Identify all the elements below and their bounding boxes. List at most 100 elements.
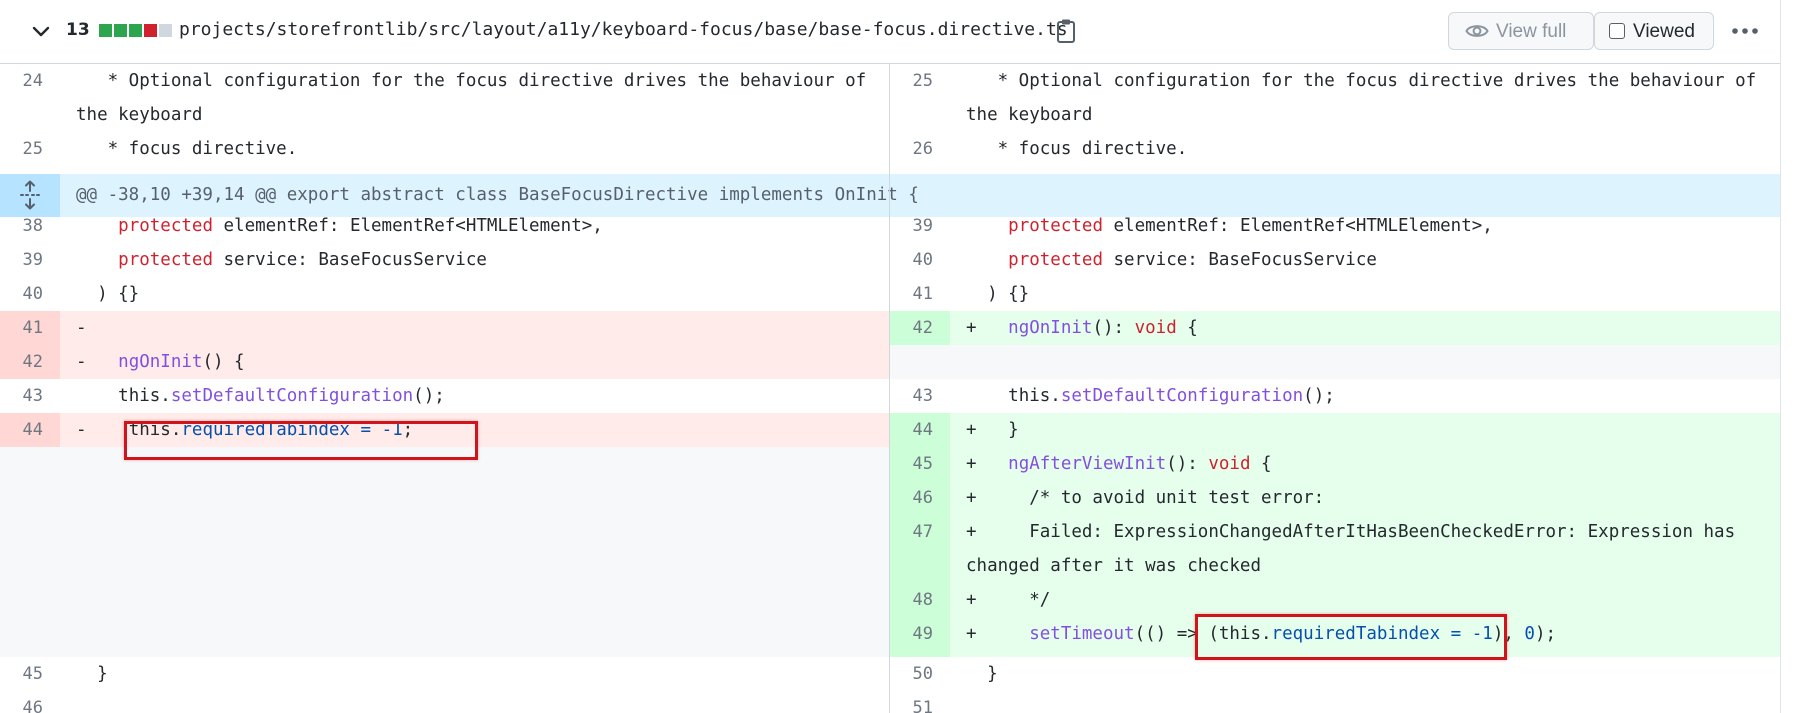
line-number[interactable]: 41	[890, 277, 950, 311]
highlight-box	[1195, 614, 1507, 660]
code-line: protected service: BaseFocusService	[950, 243, 1780, 277]
code-text: elementRef: ElementRef<HTMLElement>,	[212, 216, 603, 236]
diff-row-deleted: 42 - ngOnInit() {	[0, 345, 890, 379]
diff-prefix: +	[966, 624, 1030, 644]
line-number[interactable]: 40	[0, 277, 60, 311]
code-line: + /* to avoid unit test error:	[966, 488, 1325, 508]
code-text: ():	[1166, 454, 1209, 474]
viewed-checkbox[interactable]	[1609, 23, 1625, 39]
keyword: void	[1134, 318, 1177, 338]
file-path[interactable]: projects/storefrontlib/src/layout/a11y/k…	[179, 19, 1068, 40]
diff-row: 40 ) {}	[0, 277, 890, 311]
code-line: - ngOnInit() {	[60, 345, 890, 379]
line-number[interactable]: 42	[0, 345, 60, 379]
diff-row: 40 protected service: BaseFocusService	[890, 243, 1780, 277]
code-line: }	[76, 664, 108, 684]
code-text: {	[1250, 454, 1272, 474]
line-number[interactable]: 45	[890, 447, 950, 481]
line-number[interactable]: 41	[0, 311, 60, 345]
line-number[interactable]: 26	[890, 132, 950, 166]
code-text: () {	[202, 352, 245, 372]
diff-row: 25 * focus directive.	[0, 132, 890, 166]
line-number[interactable]: 24	[0, 64, 60, 98]
diff-row: 51	[890, 691, 1780, 713]
diff-row-added: 42 + ngOnInit(): void {	[890, 311, 1780, 345]
diff-row: 24 * Optional configuration for the focu…	[0, 64, 890, 132]
line-number[interactable]: 39	[0, 243, 60, 277]
line-number[interactable]: 44	[0, 413, 60, 447]
viewed-toggle[interactable]: Viewed	[1594, 12, 1714, 50]
keyword: protected	[118, 250, 213, 270]
line-number[interactable]: 42	[890, 311, 950, 345]
code-line: ) {}	[966, 284, 1030, 304]
function-name: setTimeout	[1029, 624, 1135, 644]
hunk-header-row: @@ -38,10 +39,14 @@ export abstract clas…	[0, 174, 1780, 217]
diff-prefix: -	[76, 420, 87, 440]
more-options-icon[interactable]	[1728, 18, 1762, 44]
code-text: service: BaseFocusService	[1102, 250, 1377, 270]
file-header: 13 projects/storefrontlib/src/layout/a11…	[0, 0, 1780, 64]
diff-row-added: 45 + ngAfterViewInit(): void {	[890, 447, 1780, 481]
code-text: service: BaseFocusService	[212, 250, 487, 270]
diff-row: 25 * Optional configuration for the focu…	[890, 64, 1780, 132]
scrollbar-track[interactable]	[1780, 0, 1815, 713]
empty-filler	[890, 345, 1780, 379]
diffstat-block	[144, 24, 157, 37]
code-text: );	[1534, 624, 1557, 644]
line-number[interactable]: 43	[0, 379, 60, 413]
line-number[interactable]: 49	[890, 617, 950, 657]
diff-prefix: +	[966, 318, 1009, 338]
code-line: * Optional configuration for the focus d…	[76, 71, 877, 125]
view-full-button[interactable]: View full	[1448, 12, 1594, 50]
code-line: -	[76, 318, 87, 338]
line-number[interactable]: 43	[890, 379, 950, 413]
number-literal: 0	[1524, 624, 1535, 644]
diff-row: 39 protected service: BaseFocusService	[0, 243, 890, 277]
line-number[interactable]: 40	[890, 243, 950, 277]
function-name: ngAfterViewInit	[1008, 454, 1167, 474]
line-number[interactable]: 48	[890, 583, 950, 617]
line-number[interactable]: 51	[890, 691, 950, 713]
expand-button[interactable]	[0, 174, 60, 217]
line-number[interactable]: 47	[890, 515, 950, 583]
copy-path-icon[interactable]	[1055, 18, 1077, 44]
hunk-header-text: @@ -38,10 +39,14 @@ export abstract clas…	[76, 185, 919, 205]
empty-filler	[0, 447, 890, 657]
code-line: this.setDefaultConfiguration();	[950, 379, 1780, 413]
code-text: ();	[413, 386, 445, 406]
diff-row: 45 }	[0, 657, 890, 691]
diff-prefix: +	[966, 454, 1009, 474]
code-text: this.	[1008, 386, 1061, 406]
line-number[interactable]: 45	[0, 657, 60, 691]
diff-row-added: 47 + Failed: ExpressionChangedAfterItHas…	[890, 515, 1780, 583]
code-text: this.	[118, 386, 171, 406]
eye-icon	[1465, 25, 1489, 37]
diff-row-added: 48 + */	[890, 583, 1780, 617]
function-name: ngOnInit	[118, 352, 203, 372]
function-name: setDefaultConfiguration	[1060, 386, 1304, 406]
code-line: + }	[966, 420, 1019, 440]
code-text: ():	[1092, 318, 1135, 338]
line-number[interactable]: 50	[890, 657, 950, 691]
diff-row: 26 * focus directive.	[890, 132, 1780, 166]
function-name: ngOnInit	[1008, 318, 1093, 338]
code-line: + Failed: ExpressionChangedAfterItHasBee…	[966, 522, 1746, 576]
line-number[interactable]: 25	[0, 132, 60, 166]
line-number[interactable]: 46	[0, 691, 60, 713]
diffstat-block	[129, 24, 142, 37]
line-number[interactable]: 44	[890, 413, 950, 447]
line-number[interactable]: 25	[890, 64, 950, 98]
code-text: ();	[1303, 386, 1335, 406]
code-line: + */	[966, 590, 1051, 610]
code-line: ) {}	[76, 284, 140, 304]
code-text: elementRef: ElementRef<HTMLElement>,	[1102, 216, 1493, 236]
diffstat-block	[114, 24, 127, 37]
diff-row-deleted: 41 -	[0, 311, 890, 345]
diff-row-added: 46 + /* to avoid unit test error:	[890, 481, 1780, 515]
line-number[interactable]: 46	[890, 481, 950, 515]
diffstat-block	[99, 24, 112, 37]
diff-left-side: 24 * Optional configuration for the focu…	[0, 64, 890, 713]
code-line: }	[966, 664, 998, 684]
code-line: * focus directive.	[966, 139, 1188, 159]
chevron-down-icon[interactable]	[30, 20, 52, 42]
